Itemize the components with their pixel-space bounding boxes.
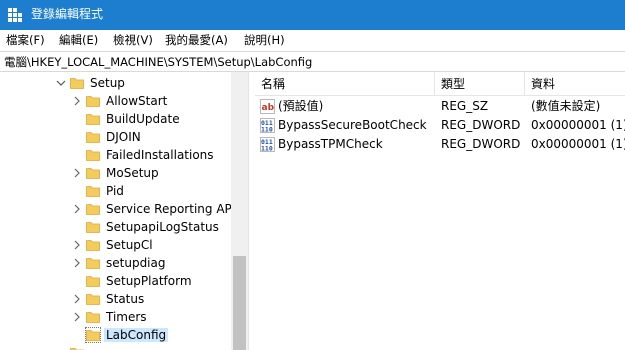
value-data: 0x00000001 (1) (531, 137, 625, 151)
menu-view[interactable]: 檢視(V) (113, 33, 153, 47)
value-row[interactable]: 011 110 BypassSecureBootCheck REG_DWORD … (255, 116, 625, 135)
tree-scrollbar[interactable] (231, 72, 248, 350)
value-row[interactable]: 011 110 BypassTPMCheck REG_DWORD 0x00000… (255, 135, 625, 154)
folder-icon (86, 114, 100, 125)
chevron-right-icon[interactable] (72, 258, 82, 268)
folder-icon (86, 294, 100, 305)
value-type: REG_DWORD (441, 137, 521, 151)
tree-item-label: Timers (106, 310, 147, 324)
tree-item-label: Pid (106, 184, 124, 198)
values-list[interactable]: 名稱 類型 資料 ab (預設值) REG_SZ (數值未設定) 011 110… (255, 72, 625, 350)
folder-icon (85, 327, 101, 343)
tree-item-label: DJOIN (106, 130, 141, 144)
folder-icon (86, 204, 100, 215)
menu-favorites[interactable]: 我的最愛(A) (165, 33, 228, 47)
chevron-right-icon[interactable] (72, 294, 82, 304)
folder-icon (86, 222, 100, 233)
menu-help[interactable]: 說明(H) (244, 33, 285, 47)
tree-item-service-reporting-api[interactable]: Service Reporting API (0, 200, 235, 218)
tree-item-setupcl[interactable]: SetupCl (0, 236, 231, 254)
value-data: 0x00000001 (1) (531, 118, 625, 132)
tree-item-timers[interactable]: Timers (0, 308, 231, 326)
folder-icon (86, 258, 100, 269)
svg-text:ab: ab (262, 103, 275, 113)
tree-item-label: setupdiag (106, 256, 166, 270)
pane-splitter[interactable] (248, 72, 255, 350)
registry-tree[interactable]: Setup AllowStart BuildUpdate DJOIN Faile… (0, 72, 248, 350)
chevron-right-icon[interactable] (72, 312, 82, 322)
title-bar: 登錄編輯程式 (0, 0, 625, 30)
tree-item-label: MoSetup (106, 166, 159, 180)
window-title: 登錄編輯程式 (31, 7, 104, 21)
tree-item-label: BuildUpdate (106, 112, 180, 126)
string-value-icon: ab (260, 99, 275, 114)
tree-item-setupdiag[interactable]: setupdiag (0, 254, 231, 272)
tree-item-pid[interactable]: Pid (0, 182, 231, 200)
tree-item-label: SetupPlatform (106, 274, 192, 288)
menu-file[interactable]: 檔案(F) (6, 33, 45, 47)
tree-scrollbar-thumb[interactable] (233, 256, 246, 350)
tree-item-djoin[interactable]: DJOIN (0, 128, 231, 146)
chevron-down-icon[interactable] (56, 78, 66, 88)
folder-icon (70, 348, 84, 350)
tree-item-label: Status (106, 292, 145, 306)
column-header-name[interactable]: 名稱 (255, 72, 435, 96)
tree-item-status[interactable]: Status (0, 290, 231, 308)
tree-item-label: LabConfig (104, 328, 169, 342)
tree-item-mosetup[interactable]: MoSetup (0, 164, 231, 182)
svg-text:110: 110 (261, 145, 273, 153)
binary-value-icon: 011 110 (260, 118, 275, 133)
address-bar[interactable]: 電腦\HKEY_LOCAL_MACHINE\SYSTEM\Setup\LabCo… (0, 51, 625, 72)
column-header-type[interactable]: 類型 (435, 72, 525, 96)
tree-item-label: AllowStart (106, 94, 168, 108)
folder-icon (86, 276, 100, 287)
folder-icon (86, 150, 100, 161)
binary-value-icon: 011 110 (260, 137, 275, 152)
menu-bar: 檔案(F) 編輯(E) 檢視(V) 我的最愛(A) 說明(H) (0, 30, 625, 50)
value-name: BypassSecureBootCheck (278, 118, 427, 132)
tree-item-setupplatform[interactable]: SetupPlatform (0, 272, 231, 290)
tree-item-labconfig[interactable]: LabConfig (0, 326, 231, 344)
value-name: BypassTPMCheck (278, 137, 383, 151)
chevron-right-icon[interactable] (72, 240, 82, 250)
tree-item-label: SetupCl (106, 238, 153, 252)
tree-item-failedinstallations[interactable]: FailedInstallations (0, 146, 231, 164)
tree-item-label: Setup (90, 76, 125, 90)
chevron-right-icon[interactable] (72, 168, 82, 178)
tree-item-label: FailedInstallations (106, 148, 214, 162)
tree-item-label: Service Reporting API (106, 202, 236, 216)
svg-text:110: 110 (261, 126, 273, 134)
folder-icon (86, 186, 100, 197)
folder-icon (86, 240, 100, 251)
regedit-app-icon (8, 8, 22, 22)
values-header: 名稱 類型 資料 (255, 72, 625, 96)
tree-item-label: SetupapiLogStatus (106, 220, 219, 234)
tree-item-allowstart[interactable]: AllowStart (0, 92, 231, 110)
value-data: (數值未設定) (531, 99, 601, 113)
address-path[interactable]: 電腦\HKEY_LOCAL_MACHINE\SYSTEM\Setup\LabCo… (4, 55, 312, 69)
value-name: (預設值) (278, 99, 324, 113)
tree-item-setupapilogstatus[interactable]: SetupapiLogStatus (0, 218, 231, 236)
chevron-right-icon[interactable] (72, 96, 82, 106)
value-row[interactable]: ab (預設值) REG_SZ (數值未設定) (255, 97, 625, 116)
value-type: REG_SZ (441, 99, 489, 113)
folder-icon (86, 96, 100, 107)
chevron-right-icon[interactable] (72, 204, 82, 214)
tree-item-buildupdate[interactable]: BuildUpdate (0, 110, 231, 128)
column-header-data[interactable]: 資料 (525, 72, 625, 96)
value-type: REG_DWORD (441, 118, 521, 132)
folder-open-icon (70, 78, 84, 89)
folder-icon (86, 132, 100, 143)
menu-edit[interactable]: 編輯(E) (59, 33, 98, 47)
tree-item-next-partial (0, 344, 231, 350)
folder-icon (86, 312, 100, 323)
tree-item-setup[interactable]: Setup (0, 74, 231, 92)
folder-icon (86, 168, 100, 179)
